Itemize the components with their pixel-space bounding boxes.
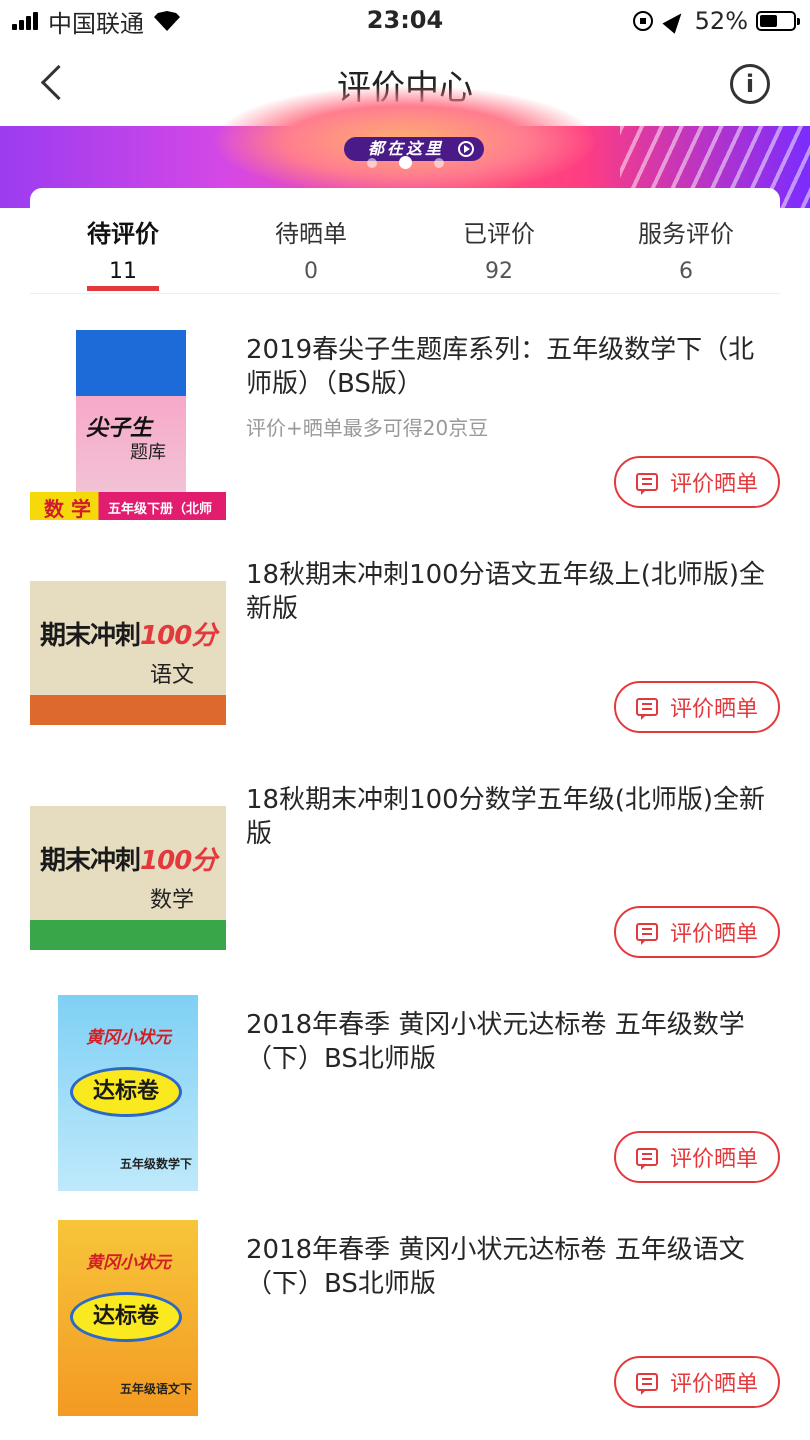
carousel-dots: [367, 156, 466, 169]
cover-title: 达标卷: [70, 1292, 182, 1342]
battery-percent: 52%: [694, 7, 748, 35]
cover-band-right: 五年级下册（北师版）: [108, 502, 213, 517]
product-title[interactable]: 18秋期末冲刺100分语文五年级上(北师版)全新版: [246, 558, 776, 626]
battery-icon: [756, 11, 800, 31]
review-button[interactable]: 评价晒单: [614, 906, 780, 958]
list-item: 期末冲刺100分 语文 18秋期末冲刺100分语文五年级上(北师版)全新版 评价…: [0, 525, 810, 750]
cover-band-left: 数 学: [44, 497, 91, 520]
review-button-label: 评价晒单: [669, 922, 758, 947]
carousel-dot-active[interactable]: [399, 156, 412, 169]
tab-count: 11: [109, 259, 137, 284]
product-title[interactable]: 2018年春季 黄冈小状元达标卷 五年级数学（下）BS北师版: [246, 1008, 776, 1076]
tab-label: 待评价: [87, 220, 159, 248]
cover-grade: 五年级语文下: [120, 1382, 193, 1396]
tab-pending-review[interactable]: 待评价 11: [63, 214, 183, 284]
review-button-label: 评价晒单: [669, 472, 758, 497]
status-right: 52%: [632, 6, 800, 36]
tab-service-review[interactable]: 服务评价 6: [626, 214, 746, 284]
cover-strip: [30, 920, 226, 950]
cover-title: 期末冲刺100分: [40, 621, 217, 651]
cover-strip: [30, 695, 226, 725]
comment-icon: [635, 1373, 658, 1395]
tab-label: 已评价: [463, 220, 535, 248]
cover-subject: 数学: [150, 888, 195, 913]
comment-icon: [635, 923, 658, 945]
cover-grade: 五年级数学下: [120, 1157, 193, 1171]
cover-subject: 语文: [150, 663, 195, 688]
review-button[interactable]: 评价晒单: [614, 1131, 780, 1183]
list-item: 黄冈小状元 达标卷 五年级语文下 2018年春季 黄冈小状元达标卷 五年级语文（…: [0, 1200, 810, 1425]
tab-reviewed[interactable]: 已评价 92: [439, 214, 559, 284]
cover-title: 达标卷: [70, 1067, 182, 1117]
carousel-dot[interactable]: [434, 157, 444, 168]
play-icon: [458, 141, 474, 157]
list-item: 期末冲刺100分 数学 18秋期末冲刺100分数学五年级(北师版)全新版 评价晒…: [0, 750, 810, 975]
cover-subtitle: 题库: [130, 442, 166, 463]
tab-label: 服务评价: [638, 220, 734, 248]
tab-indicator: [87, 286, 159, 291]
product-cover[interactable]: 黄冈小状元 达标卷 五年级语文下: [30, 1220, 226, 1420]
review-button-label: 评价晒单: [669, 1372, 758, 1397]
product-cover[interactable]: 期末冲刺100分 语文: [30, 545, 226, 745]
cover-series: 黄冈小状元: [86, 1253, 171, 1273]
info-icon[interactable]: i: [730, 64, 770, 104]
tab-count: 6: [679, 259, 693, 284]
tab-count: 92: [485, 259, 513, 284]
review-button[interactable]: 评价晒单: [614, 456, 780, 508]
location-icon: [662, 8, 688, 34]
review-tabs: 待评价 11 待晒单 0 已评价 92 服务评价 6: [30, 188, 780, 294]
product-title[interactable]: 2019春尖子生题库系列：五年级数学下（北师版）（BS版）: [246, 333, 776, 401]
comment-icon: [635, 473, 658, 495]
cover-title: 期末冲刺100分: [40, 846, 217, 876]
review-button-label: 评价晒单: [669, 1147, 758, 1172]
comment-icon: [635, 698, 658, 720]
cover-series: 黄冈小状元: [86, 1028, 171, 1048]
list-item: 尖子生 题库 数 学 五年级下册（北师版） 2019春尖子生题库系列：五年级数学…: [0, 300, 810, 525]
list-item: 黄冈小状元 达标卷 五年级数学下 2018年春季 黄冈小状元达标卷 五年级数学（…: [0, 975, 810, 1200]
review-button-label: 评价晒单: [669, 697, 758, 722]
reward-hint: 评价+晒单最多可得20京豆: [246, 416, 489, 440]
review-button[interactable]: 评价晒单: [614, 681, 780, 733]
tab-count: 0: [304, 259, 318, 284]
battery-level: [760, 15, 777, 27]
product-cover[interactable]: 期末冲刺100分 数学: [30, 770, 226, 970]
product-title[interactable]: 2018年春季 黄冈小状元达标卷 五年级语文（下）BS北师版: [246, 1233, 776, 1301]
tab-label: 待晒单: [275, 220, 347, 248]
product-cover[interactable]: 尖子生 题库 数 学 五年级下册（北师版）: [30, 320, 226, 520]
orientation-lock-icon: [632, 11, 653, 31]
carousel-dot[interactable]: [367, 157, 377, 168]
product-cover[interactable]: 黄冈小状元 达标卷 五年级数学下: [30, 995, 226, 1195]
tab-pending-share[interactable]: 待晒单 0: [251, 214, 371, 284]
review-button[interactable]: 评价晒单: [614, 1356, 780, 1408]
product-title[interactable]: 18秋期末冲刺100分数学五年级(北师版)全新版: [246, 783, 776, 851]
comment-icon: [635, 1148, 658, 1170]
status-bar: 中国联通 23:04 52%: [0, 0, 810, 42]
